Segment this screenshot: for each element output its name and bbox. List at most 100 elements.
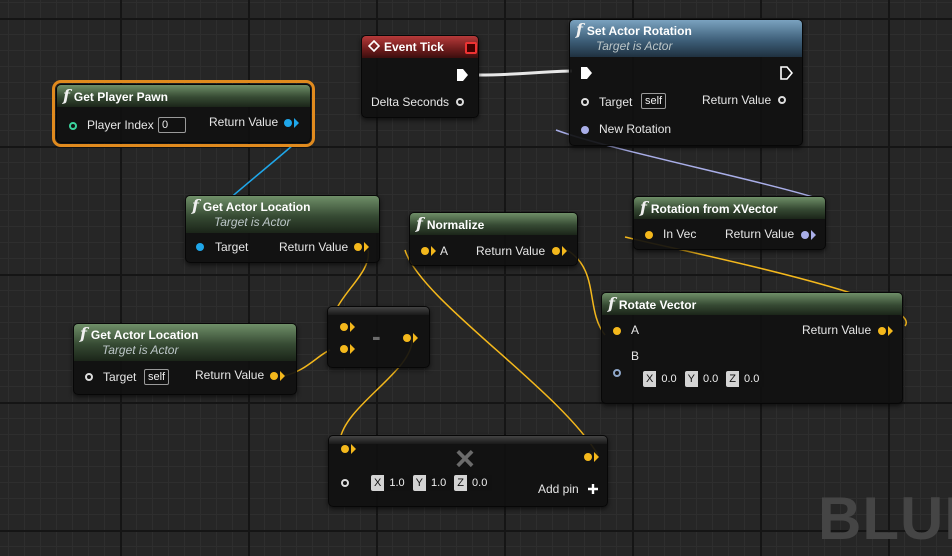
rotate-vector-node[interactable]: f Rotate Vector A Return Value B X 0.0 Y 0.… [601,292,903,404]
rotation-from-xvector-header[interactable]: f Rotation from XVector [634,197,825,219]
y-field[interactable]: Y 1.0 [412,475,452,491]
subtract-header[interactable] [328,307,429,315]
b-x-field[interactable]: X 0.0 [643,371,682,387]
rotate-vector-header[interactable]: f Rotate Vector [602,293,902,315]
subtract-operator: - [372,321,381,351]
pin-arrow-icon [350,344,355,354]
event-tick-header[interactable]: Event Tick [362,36,478,58]
z-label: Z [726,371,740,387]
get-actor-location-title: Get Actor Location [90,328,199,342]
in-vec-pin[interactable] [645,231,653,239]
return-value-pin[interactable] [403,334,411,342]
return-value-pin[interactable] [552,247,560,255]
return-value-pin[interactable] [878,327,886,335]
pawn-to-target-wire [227,144,294,201]
b-y-field[interactable]: Y 0.0 [684,371,724,387]
return-value-pin[interactable] [270,372,278,380]
y-value[interactable]: 0.0 [698,371,723,387]
z-label: Z [454,475,468,491]
close-icon[interactable] [465,42,477,54]
get-actor-location-node[interactable]: f Get Actor Location Target is Actor Targ… [185,195,380,263]
delta-seconds-label: Delta Seconds [371,95,450,109]
subtract-node[interactable]: - [327,306,430,368]
b-pin[interactable] [341,479,349,487]
pin-arrow-icon [280,371,285,381]
b-pin[interactable] [340,345,348,353]
multiply-node[interactable]: × X 1.0 Y 1.0 Z 0.0 Add pin [328,435,608,507]
return-value-pin[interactable] [801,231,809,239]
return-value-label: Return Value [476,244,546,258]
function-icon: f [640,198,647,217]
y-value[interactable]: 1.0 [426,475,451,491]
get-actor-location-subtitle: Target is Actor [102,343,179,357]
normalize-node[interactable]: f Normalize A Return Value [409,212,578,266]
exec-wire [477,69,573,77]
target-label: Target [215,240,249,254]
return-value-pin[interactable] [778,96,786,104]
add-pin-label[interactable]: Add pin [538,482,579,496]
b-z-field[interactable]: Z 0.0 [726,371,765,387]
x-value[interactable]: 0.0 [656,371,681,387]
a-pin[interactable] [340,323,348,331]
b-vector-input[interactable]: X 1.0 Y 1.0 Z 0.0 [371,475,493,491]
new-rotation-label: New Rotation [599,122,672,136]
get-actor-location-header[interactable]: f Get Actor Location Target is Actor [74,324,296,361]
b-vector-input[interactable]: X 0.0 Y 0.0 Z 0.0 [643,371,765,387]
delta-seconds-pin[interactable] [456,98,464,106]
b-pin[interactable] [613,369,621,377]
exec-out-pin[interactable] [456,68,469,82]
new-rotation-pin[interactable] [581,126,589,134]
player-index-pin[interactable] [69,122,77,130]
get-player-pawn-node[interactable]: f Get Player Pawn Player Index 0 Return V… [52,80,315,147]
event-tick-node[interactable]: Event Tick Delta Seconds [361,35,479,118]
b-label: B [631,349,640,363]
plus-icon[interactable] [588,484,598,494]
function-icon: f [416,214,423,233]
target-pin[interactable] [196,243,204,251]
x-value[interactable]: 1.0 [384,475,409,491]
x-field[interactable]: X 1.0 [371,475,410,491]
get-actor-location-subtitle: Target is Actor [214,215,291,229]
return-value-label: Return Value [802,323,872,337]
set-actor-rotation-subtitle: Target is Actor [596,39,673,53]
rotation-from-xvector-node[interactable]: f Rotation from XVector In Vec Return Val… [633,196,826,250]
return-value-pin[interactable] [284,119,292,127]
target-pin[interactable] [85,373,93,381]
a-pin[interactable] [421,247,429,255]
function-icon: f [80,324,87,343]
exec-in-pin[interactable] [580,66,593,80]
z-value[interactable]: 0.0 [739,371,764,387]
normalize-header[interactable]: f Normalize [410,213,577,235]
watermark: BLUE [818,485,952,552]
get-actor-location-node[interactable]: f Get Actor Location Target is Actor Targ… [73,323,297,395]
return-value-label: Return Value [702,93,772,107]
function-icon: f [63,86,70,105]
event-diamond-icon [367,39,381,53]
player-index-label: Player Index [87,118,154,132]
player-index-value[interactable]: 0 [158,117,186,133]
target-value[interactable]: self [641,93,667,109]
pin-arrow-icon [431,246,436,256]
multiply-operator: × [455,440,475,478]
a-label: A [631,323,640,337]
exec-out-pin[interactable] [780,66,793,80]
pin-arrow-icon [562,246,567,256]
set-actor-rotation-node[interactable]: f Set Actor Rotation Target is Actor Targ… [569,19,803,146]
get-actor-location-header[interactable]: f Get Actor Location Target is Actor [186,196,379,233]
function-icon: f [192,196,199,215]
y-label: Y [412,475,426,491]
return-value-pin[interactable] [354,243,362,251]
pin-arrow-icon [294,118,299,128]
target-pin[interactable] [581,98,589,106]
z-value[interactable]: 0.0 [467,475,492,491]
z-field[interactable]: Z 0.0 [454,475,493,491]
a-pin[interactable] [613,327,621,335]
set-actor-rotation-header[interactable]: f Set Actor Rotation Target is Actor [570,20,802,57]
a-pin[interactable] [341,445,349,453]
return-value-pin[interactable] [584,453,592,461]
event-tick-title: Event Tick [384,40,444,54]
x-label: X [643,371,657,387]
get-player-pawn-header[interactable]: f Get Player Pawn [57,85,310,107]
function-icon: f [576,20,583,39]
target-value[interactable]: self [144,369,170,385]
